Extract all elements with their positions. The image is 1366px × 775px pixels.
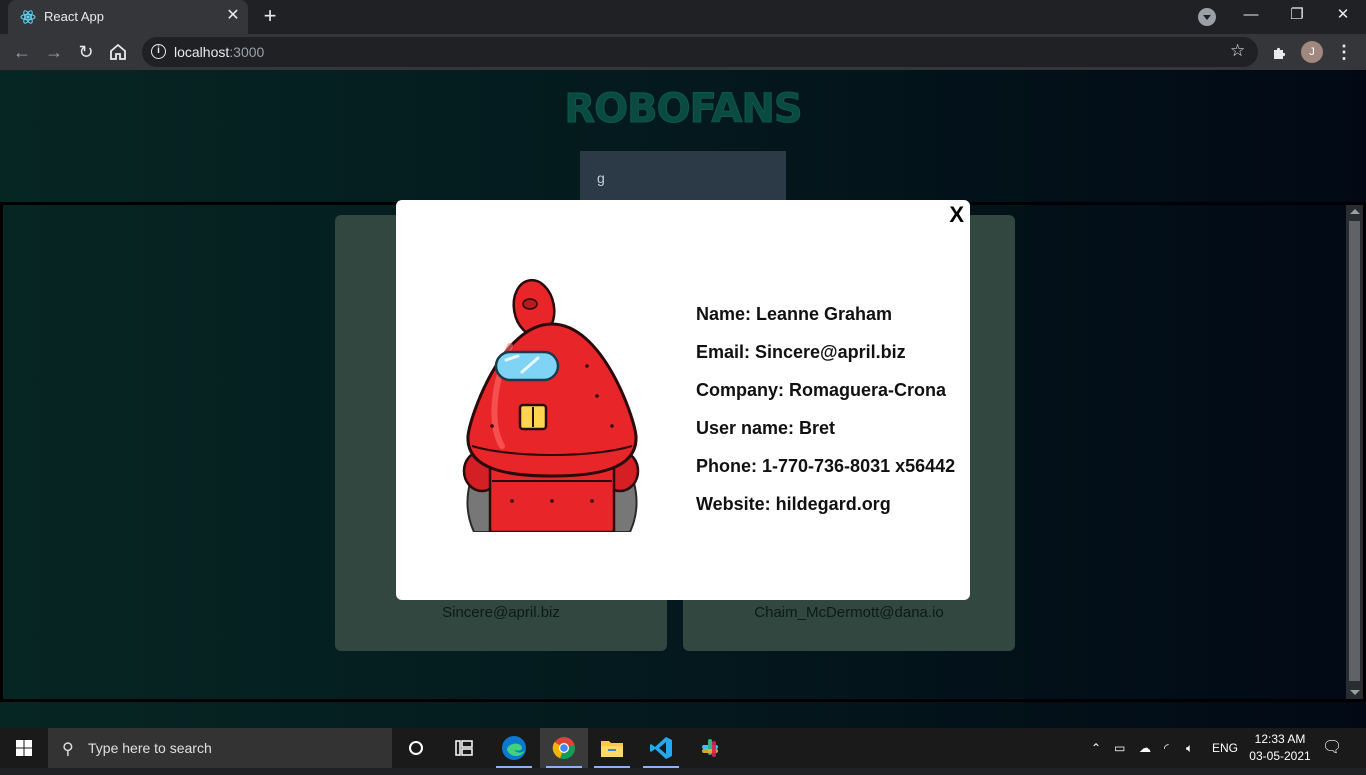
battery-icon[interactable]: ▭ (1114, 728, 1125, 768)
detail-name: Name: Leanne Graham (696, 304, 893, 324)
app-logo: RoboFans (564, 86, 803, 133)
scrollbar[interactable] (1346, 205, 1363, 699)
home-icon[interactable] (104, 38, 132, 66)
back-arrow-icon[interactable]: ← (8, 38, 36, 66)
bookmark-star-icon[interactable]: ☆ (1230, 41, 1245, 61)
language-indicator[interactable]: ENG (1212, 728, 1238, 768)
edge-icon[interactable] (490, 728, 538, 768)
show-hidden-icons-chevron-icon[interactable]: ⌃ (1091, 728, 1101, 768)
search-input-value: g (597, 170, 605, 186)
cortana-icon[interactable] (392, 728, 440, 768)
taskbar-search-placeholder: Type here to search (88, 740, 212, 756)
robot-image (462, 278, 640, 532)
info-icon[interactable]: i (151, 44, 166, 59)
url-text: localhost:3000 (174, 44, 265, 60)
new-tab-button[interactable]: + (258, 5, 282, 29)
onedrive-cloud-icon[interactable]: ☁ (1139, 728, 1151, 768)
browser-toolbar: ← → ↻ i localhost:3000 ☆ J ⋮ (0, 34, 1366, 70)
windows-start-icon[interactable] (0, 728, 48, 768)
tab-title: React App (44, 9, 104, 24)
forward-arrow-icon[interactable]: → (40, 38, 68, 66)
close-modal-button[interactable]: X (949, 202, 964, 228)
wifi-icon[interactable]: ◜ (1164, 728, 1169, 768)
clock[interactable]: 12:33 AM 03-05-2021 (1240, 731, 1320, 765)
clock-time: 12:33 AM (1254, 732, 1306, 746)
detail-website: Website: hildegard.org (696, 494, 891, 514)
file-explorer-icon[interactable] (588, 728, 636, 768)
detail-phone: Phone: 1-770-736-8031 x56442 (696, 456, 956, 476)
scroll-up-arrow-icon[interactable] (1350, 209, 1360, 214)
scroll-down-arrow-icon[interactable] (1350, 690, 1360, 695)
robot-details: Name: Leanne Graham Email: Sincere@april… (696, 303, 955, 531)
tab-close-icon[interactable]: ✕ (224, 7, 242, 25)
react-icon (20, 10, 36, 24)
card-email: Chaim_McDermott@dana.io (754, 604, 944, 621)
slack-icon[interactable] (686, 728, 734, 768)
restore-button[interactable]: ❐ (1274, 0, 1320, 30)
scrollbar-thumb[interactable] (1349, 221, 1360, 681)
vscode-icon[interactable] (637, 728, 685, 768)
search-icon: ⚲ (62, 741, 74, 758)
browser-tab[interactable]: React App ✕ (8, 0, 248, 34)
minimize-button[interactable]: — (1228, 0, 1274, 30)
detail-username: User name: Bret (696, 418, 836, 438)
task-view-icon[interactable] (440, 728, 488, 768)
browser-tabstrip: React App ✕ + — ❐ ✕ (0, 0, 1366, 34)
chrome-icon[interactable] (540, 728, 588, 768)
reload-icon[interactable]: ↻ (72, 38, 100, 66)
tab-search-dropdown-icon[interactable] (1198, 8, 1216, 26)
detail-company: Company: Romaguera-Crona (696, 380, 947, 400)
more-menu-icon[interactable]: ⋮ (1334, 41, 1354, 63)
search-input[interactable]: g (580, 151, 786, 203)
windows-taskbar: ⚲ Type here to search ⌃ ▭ ☁ ◜ 🔈︎ ENG 12:… (0, 728, 1366, 768)
address-bar[interactable]: i localhost:3000 ☆ (142, 37, 1258, 67)
close-window-button[interactable]: ✕ (1320, 0, 1366, 30)
volume-icon[interactable]: 🔈︎ (1186, 728, 1193, 768)
profile-avatar[interactable]: J (1301, 41, 1323, 63)
taskbar-search-box[interactable]: ⚲ Type here to search (48, 728, 392, 768)
robot-detail-modal: X Name: Leanne Graham Email: Sincere@apr… (396, 200, 970, 600)
card-email: Sincere@april.biz (442, 604, 560, 621)
detail-email: Email: Sincere@april.biz (696, 342, 906, 362)
notifications-icon[interactable]: 🗨︎ (1322, 728, 1342, 768)
extensions-puzzle-icon[interactable] (1268, 41, 1292, 65)
clock-date: 03-05-2021 (1249, 749, 1311, 763)
